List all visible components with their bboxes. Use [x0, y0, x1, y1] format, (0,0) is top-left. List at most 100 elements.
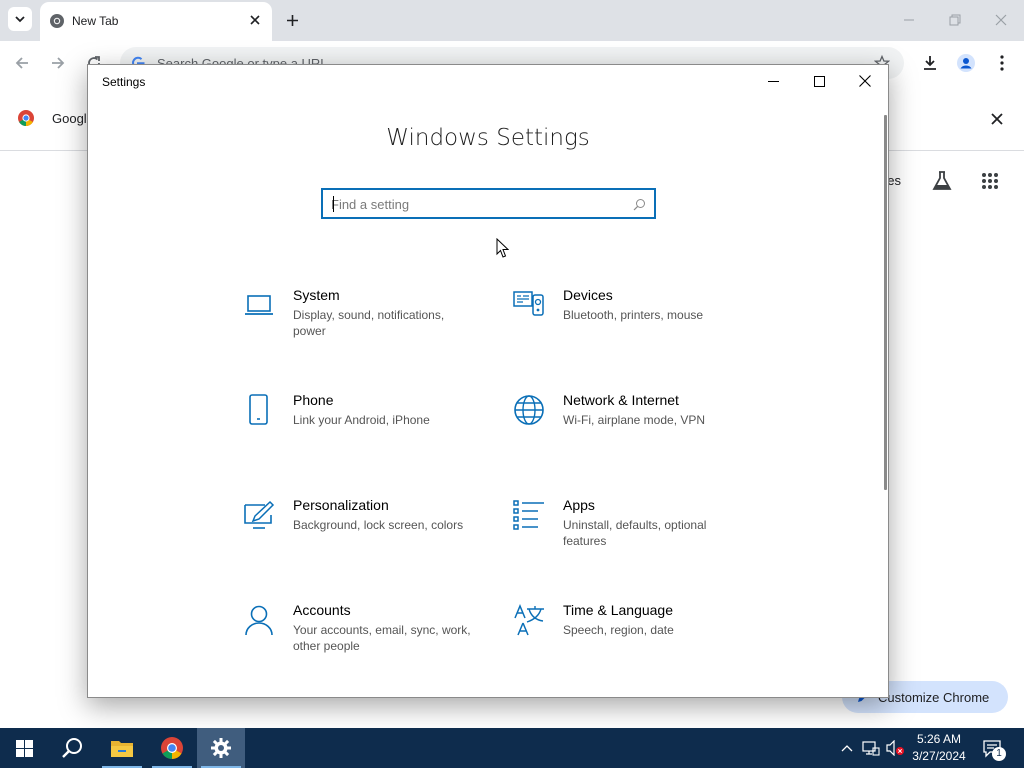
- chevron-down-icon: [15, 16, 25, 23]
- avatar-icon: [957, 54, 975, 72]
- settings-scrollbar[interactable]: [884, 115, 887, 490]
- settings-tile-personalization[interactable]: Personalization Background, lock screen,…: [243, 497, 483, 567]
- chrome-menu-button[interactable]: [990, 51, 1014, 75]
- close-icon: [995, 14, 1007, 26]
- taskbar: 5:26 AM 3/27/2024 1: [0, 728, 1024, 768]
- settings-search-input[interactable]: [331, 194, 621, 214]
- mouse-pointer-icon: [496, 238, 509, 258]
- tile-description: Display, sound, notifications, power: [293, 308, 445, 338]
- clock-time: 5:26 AM: [916, 732, 962, 746]
- restore-icon: [949, 14, 961, 26]
- page-title: Windows Settings: [386, 125, 590, 151]
- back-button[interactable]: [10, 51, 34, 75]
- tile-description: Wi-Fi, airplane mode, VPN: [563, 413, 706, 427]
- more-vertical-icon: [1000, 55, 1004, 71]
- tile-description: Link your Android, iPhone: [293, 413, 430, 427]
- gear-icon: [211, 738, 231, 758]
- tab-new-tab[interactable]: New Tab: [40, 2, 272, 41]
- minimize-icon: [904, 19, 914, 21]
- show-hidden-icons-button[interactable]: [838, 739, 856, 757]
- paint-icon: [244, 500, 275, 529]
- search-icon: [632, 197, 646, 211]
- tile-title: Devices: [563, 287, 613, 303]
- settings-tile-time-language[interactable]: Time & Language Speech, region, date: [513, 602, 753, 672]
- text-caret: [333, 196, 334, 212]
- labs-button[interactable]: [929, 168, 955, 194]
- profile-button[interactable]: [954, 51, 978, 75]
- network-icon: [862, 741, 880, 756]
- tile-title: Accounts: [293, 602, 351, 618]
- devices-icon: [513, 291, 544, 316]
- tile-description: Your accounts, email, sync, work, other …: [293, 623, 471, 653]
- start-button[interactable]: [0, 728, 48, 768]
- settings-tile-devices[interactable]: Devices Bluetooth, printers, mouse: [513, 287, 753, 357]
- tile-description: Background, lock screen, colors: [293, 518, 464, 532]
- chrome-logo-icon: [18, 110, 34, 126]
- speaker-muted-icon: [886, 740, 904, 756]
- tile-description: Speech, region, date: [563, 623, 674, 637]
- browser-minimize-button[interactable]: [897, 8, 921, 32]
- close-icon: [859, 75, 871, 87]
- tab-search-button[interactable]: [8, 7, 32, 31]
- settings-window: Settings Windows Settings System Display…: [87, 64, 889, 698]
- new-tab-button[interactable]: [281, 9, 303, 31]
- apps-grid-icon: [982, 173, 998, 189]
- infobar-close-button[interactable]: [987, 109, 1007, 129]
- close-icon: [250, 15, 260, 25]
- globe-icon: [514, 395, 544, 425]
- maximize-icon: [813, 75, 825, 87]
- browser-restore-button[interactable]: [943, 8, 967, 32]
- settings-window-title: Settings: [102, 75, 146, 89]
- tile-title: Apps: [563, 497, 595, 513]
- notification-count-badge: 1: [992, 747, 1006, 761]
- settings-title-bar[interactable]: Settings: [88, 65, 888, 97]
- windows-logo-icon: [15, 739, 33, 757]
- tile-description: Bluetooth, printers, mouse: [563, 308, 704, 322]
- settings-maximize-button[interactable]: [796, 65, 842, 97]
- google-apps-button[interactable]: [977, 168, 1003, 194]
- plus-icon: [286, 14, 298, 26]
- taskbar-file-explorer[interactable]: [98, 728, 146, 768]
- tab-close-button[interactable]: [246, 11, 264, 29]
- settings-tile-network[interactable]: Network & Internet Wi-Fi, airplane mode,…: [513, 392, 753, 462]
- settings-tile-accounts[interactable]: Accounts Your accounts, email, sync, wor…: [243, 602, 483, 672]
- taskbar-clock[interactable]: 5:26 AM 3/27/2024: [906, 731, 972, 765]
- settings-search-box[interactable]: [321, 188, 656, 219]
- browser-close-button[interactable]: [989, 8, 1013, 32]
- forward-arrow-icon: [52, 57, 65, 69]
- settings-close-button[interactable]: [842, 65, 888, 97]
- close-icon: [991, 113, 1003, 125]
- chrome-favicon-icon: [50, 14, 64, 28]
- taskbar-settings[interactable]: [197, 728, 245, 768]
- taskbar-search-button[interactable]: [48, 728, 96, 768]
- settings-minimize-button[interactable]: [750, 65, 796, 97]
- person-icon: [245, 605, 273, 636]
- volume-tray-button[interactable]: [886, 739, 904, 757]
- apps-list-icon: [513, 500, 544, 530]
- tile-title: Network & Internet: [563, 392, 679, 408]
- tile-description: Uninstall, defaults, optional features: [563, 518, 707, 548]
- settings-tile-phone[interactable]: Phone Link your Android, iPhone: [243, 392, 483, 462]
- minimize-icon: [767, 80, 779, 82]
- phone-icon: [249, 394, 268, 425]
- action-center-button[interactable]: 1: [980, 736, 1006, 762]
- tile-title: Phone: [293, 392, 334, 408]
- tile-title: Time & Language: [563, 602, 673, 618]
- forward-button[interactable]: [46, 51, 70, 75]
- tab-strip: New Tab: [0, 0, 1024, 41]
- settings-tile-system[interactable]: System Display, sound, notifications, po…: [243, 287, 483, 357]
- laptop-icon: [245, 295, 273, 315]
- taskbar-chrome[interactable]: [148, 728, 196, 768]
- tile-title: System: [293, 287, 340, 303]
- network-tray-button[interactable]: [862, 739, 880, 757]
- back-arrow-icon: [15, 57, 28, 69]
- flask-icon: [932, 171, 952, 190]
- search-icon: [62, 738, 82, 758]
- downloads-button[interactable]: [918, 51, 942, 75]
- folder-icon: [111, 741, 133, 757]
- clock-date: 3/27/2024: [912, 749, 966, 763]
- settings-tile-apps[interactable]: Apps Uninstall, defaults, optional featu…: [513, 497, 753, 567]
- chevron-up-icon: [841, 745, 853, 752]
- chrome-logo-icon: [161, 737, 183, 759]
- time-language-icon: [514, 604, 544, 636]
